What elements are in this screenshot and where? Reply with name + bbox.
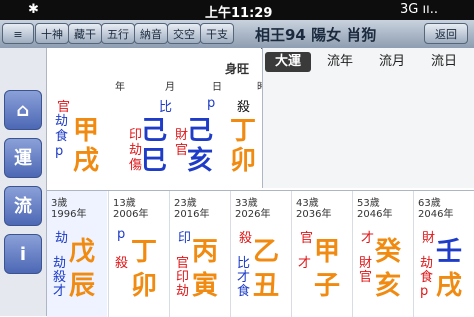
dayun-column[interactable]: 23歲 2016年 印 丙 寅 官印劫 — [169, 191, 230, 317]
pillar-top: p — [207, 96, 216, 111]
dayun-year: 2016年 — [174, 209, 210, 220]
dayun-column[interactable]: 43歲 2036年 官 甲 子 才 — [291, 191, 352, 317]
ganzhi-button[interactable]: 干支 — [200, 23, 234, 44]
tab-liunian[interactable]: 流年 — [317, 52, 363, 72]
fortune-button[interactable]: 運 — [4, 138, 42, 178]
natal-chart: 身旺 時 殺 丁 卯 日 p 己 亥 財官 月 比 己 巳 印劫傷 年 官 甲 … — [47, 48, 267, 188]
dayun-column[interactable]: 33歲 2026年 殺 乙 丑 比才食 — [230, 191, 291, 317]
info-icon[interactable]: i — [4, 234, 42, 274]
dayun-column[interactable]: 13歲 2006年 p 丁 卯 殺 — [108, 191, 169, 317]
dayun-branch: 丑 — [253, 271, 280, 301]
dayun-year: 2046年 — [357, 209, 393, 220]
dayun-year: 2006年 — [113, 209, 149, 220]
dayun-branch: 戌 — [436, 271, 463, 301]
dayun-stem: 壬 — [436, 237, 463, 267]
dayun-top: 殺 — [239, 231, 253, 246]
dayun-branch: 辰 — [69, 271, 96, 301]
pillar-label-year: 年 — [115, 82, 125, 93]
pillar-branch: 戌 — [73, 146, 100, 176]
nav-bar: 返回 相王94 陽女 肖狗 干支 交空 納音 五行 藏干 十神 ≡ — [0, 20, 474, 49]
tab-liuyue[interactable]: 流月 — [369, 52, 415, 72]
dayun-hidden: 劫食p — [420, 256, 434, 299]
kongwang-button[interactable]: 交空 — [167, 23, 201, 44]
page-title: 相王94 陽女 肖狗 — [255, 26, 377, 44]
dayun-top: p — [117, 227, 126, 242]
clock: 上午11:29 — [205, 6, 273, 21]
dayun-hidden: 劫殺才 — [53, 256, 67, 299]
flow-button[interactable]: 流 — [4, 186, 42, 226]
dayun-branch: 卯 — [131, 271, 158, 301]
dayun-branch: 亥 — [375, 271, 402, 301]
canggan-button[interactable]: 藏干 — [68, 23, 102, 44]
dayun-top: 印 — [178, 231, 192, 246]
dayun-stem: 乙 — [253, 237, 280, 267]
tab-liuri[interactable]: 流日 — [421, 52, 467, 72]
dayun-table: 63歲 2046年 財 壬 戌 劫食p 53歲 2046年 才 癸 亥 財官 4… — [47, 190, 474, 317]
pillar-label-day: 日 — [212, 82, 222, 93]
wuxing-button[interactable]: 五行 — [101, 23, 135, 44]
dayun-stem: 戊 — [69, 237, 96, 267]
dayun-top: 官 — [300, 231, 314, 246]
home-icon[interactable]: ⌂ — [4, 90, 42, 130]
dayun-top: 才 — [361, 231, 375, 246]
signal-indicator: 3G ıı.. — [400, 2, 438, 17]
dayun-stem: 甲 — [314, 237, 341, 267]
side-panel: ⌂ 運 流 i — [0, 48, 47, 316]
dayun-hidden: 官印劫 — [176, 256, 190, 299]
dayun-stem: 丙 — [192, 237, 219, 267]
pillar-label-month: 月 — [165, 82, 175, 93]
period-tabs: 大運 流年 流月 流日 — [262, 48, 474, 188]
dayun-branch: 寅 — [192, 271, 219, 301]
pillar-hidden: 印劫傷 — [129, 128, 143, 173]
bluetooth-icon: ✱ — [28, 2, 39, 17]
strength-label: 身旺 — [225, 62, 250, 76]
dayun-column[interactable]: 53歲 2046年 才 癸 亥 財官 — [352, 191, 413, 317]
dayun-branch: 子 — [314, 271, 341, 301]
tab-dayun[interactable]: 大運 — [265, 52, 311, 72]
pillar-hidden: 劫食p — [55, 114, 69, 159]
dayun-top: 財 — [422, 231, 436, 246]
nayin-button[interactable]: 納音 — [134, 23, 168, 44]
dayun-hidden: 比才食 — [237, 256, 251, 299]
dayun-year: 2036年 — [296, 209, 332, 220]
dayun-stem: 癸 — [375, 237, 402, 267]
pillar-hidden: 財官 — [175, 128, 189, 158]
status-bar: 3G ıı.. 上午11:29 ✱ — [0, 0, 474, 21]
menu-button[interactable]: ≡ — [2, 23, 34, 44]
dayun-year: 2026年 — [235, 209, 271, 220]
dayun-hidden: 財官 — [359, 256, 373, 285]
dayun-hidden: 殺 — [115, 256, 129, 271]
dayun-column[interactable]: 63歲 2046年 財 壬 戌 劫食p — [413, 191, 474, 317]
dayun-year: 2046年 — [418, 209, 454, 220]
pillar-branch: 亥 — [187, 146, 214, 176]
shishen-button[interactable]: 十神 — [35, 23, 69, 44]
pillar-top: 官 — [57, 100, 71, 115]
dayun-year: 1996年 — [51, 209, 87, 220]
pillar-branch: 巳 — [141, 146, 168, 176]
dayun-column[interactable]: 3歲 1996年 劫 戊 辰 劫殺才 — [47, 191, 107, 317]
pillar-branch: 卯 — [230, 146, 257, 176]
dayun-stem: 丁 — [131, 237, 158, 267]
dayun-top: 劫 — [55, 231, 69, 246]
back-button[interactable]: 返回 — [424, 23, 468, 44]
dayun-hidden: 才 — [298, 256, 312, 271]
